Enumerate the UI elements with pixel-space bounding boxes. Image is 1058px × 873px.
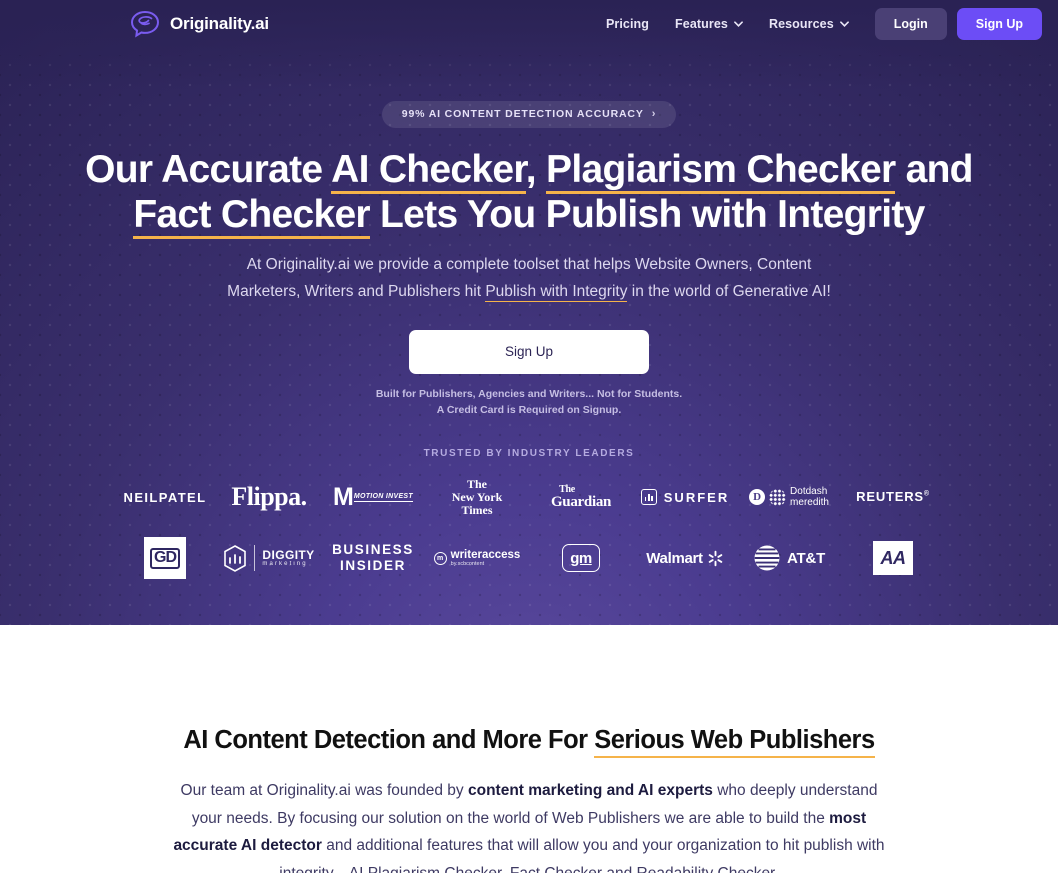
- fineprint-line-2: A Credit Card is Required on Signup.: [436, 403, 622, 416]
- logo-writeraccess-line-1: writeraccess: [450, 549, 521, 562]
- hero-fineprint: Built for Publishers, Agencies and Write…: [0, 387, 1058, 419]
- logo-dotdash-line-1: Dotdash: [790, 485, 828, 497]
- paragraph-bold-1: content marketing and AI experts: [467, 782, 713, 799]
- diggity-hex-icon: [224, 544, 247, 572]
- writeraccess-mark-icon: m: [433, 551, 447, 565]
- client-logo-row-2: GD DIGGITY marketing BUSINESS INSIDER m …: [0, 535, 1058, 581]
- logo-diggity-marketing: DIGGITY marketing: [217, 535, 321, 581]
- headline-highlight-fact-checker: Fact Checker: [133, 193, 371, 240]
- nav-item-features-label: Features: [675, 17, 728, 31]
- nav-item-resources-label: Resources: [768, 17, 834, 31]
- accuracy-badge-label: 99% AI CONTENT DETECTION ACCURACY: [401, 108, 644, 120]
- dotdash-d-icon: D: [749, 489, 766, 506]
- chevron-down-icon: [839, 21, 849, 27]
- logo-aa: AA: [841, 535, 945, 581]
- headline-highlight-plagiarism-checker: Plagiarism Checker: [546, 148, 896, 194]
- logo-neilpatel: NEILPATEL: [113, 473, 217, 521]
- section-title-part-1: AI Content Detection and More For: [183, 726, 595, 754]
- logo-dotdash-line-2: meredith: [790, 497, 829, 509]
- headline-part-4: Lets You Publish with Integrity: [369, 193, 925, 237]
- logo-new-york-times: The New York Times: [425, 473, 529, 521]
- hero-section: Originality.ai Pricing Features Resource…: [0, 0, 1058, 625]
- trusted-by-label: TRUSTED BY INDUSTRY LEADERS: [423, 448, 635, 460]
- chevron-right-icon: ›: [651, 107, 657, 120]
- logo-the-guardian: The Guardian: [529, 473, 633, 521]
- section-title-highlight: Serious Web Publishers: [594, 726, 875, 758]
- signup-button-nav[interactable]: Sign Up: [956, 8, 1042, 40]
- headline-part-2: ,: [525, 148, 546, 191]
- nav-item-features[interactable]: Features: [675, 17, 743, 31]
- brand-logo[interactable]: Originality.ai: [130, 10, 269, 38]
- logo-motion-invest-mark: M: [333, 482, 354, 511]
- logo-motion-invest: M MOTION INVEST: [321, 473, 425, 521]
- speech-bubble-spiral-icon: [130, 10, 160, 38]
- brand-name: Originality.ai: [170, 14, 269, 33]
- nav-item-pricing[interactable]: Pricing: [606, 17, 649, 31]
- logo-att: AT&T: [737, 535, 841, 581]
- logo-diggity-line-2: marketing: [262, 561, 308, 568]
- paragraph-part-1: Our team at Originality.ai was founded b…: [180, 782, 468, 799]
- logo-motion-invest-text: MOTION INVEST: [353, 492, 413, 502]
- logo-neilpatel-text: NEILPATEL: [123, 489, 207, 505]
- hero-headline: Our Accurate AI Checker, Plagiarism Chec…: [0, 147, 1058, 240]
- logo-att-text: AT&T: [786, 549, 826, 567]
- logo-surfer: SURFER: [633, 473, 737, 521]
- logo-dotdash-meredith: D Dotdash meredith: [737, 473, 841, 521]
- logo-flippa-text: Flippa.: [231, 482, 307, 512]
- hero-cta-wrap: Sign Up: [0, 329, 1058, 374]
- logo-gm-text: gm: [570, 549, 592, 567]
- logo-reuters: REUTERS®: [841, 473, 945, 521]
- logo-reuters-sup: ®: [923, 490, 930, 498]
- accuracy-badge-wrap: 99% AI CONTENT DETECTION ACCURACY ›: [0, 101, 1058, 128]
- headline-part-1: Our Accurate: [85, 148, 332, 191]
- paragraph-part-3: and additional features that will allow …: [279, 837, 885, 873]
- logo-business-insider: BUSINESS INSIDER: [321, 535, 425, 581]
- walmart-spark-icon: [708, 550, 723, 567]
- intro-section: AI Content Detection and More For Seriou…: [0, 625, 1058, 873]
- logo-reuters-text: REUTERS: [856, 489, 924, 505]
- logo-gd: GD: [113, 535, 217, 581]
- logo-writeraccess-line-2: by.scbcontent: [450, 561, 485, 568]
- logo-writeraccess: m writeraccess by.scbcontent: [425, 535, 529, 581]
- dotdash-dots-icon: [769, 488, 787, 506]
- logo-bi-line-2: INSIDER: [340, 558, 406, 574]
- chevron-down-icon: [734, 21, 743, 27]
- surfer-bars-icon: [640, 489, 657, 506]
- fineprint-line-1: Built for Publishers, Agencies and Write…: [375, 387, 683, 400]
- top-navigation: Originality.ai Pricing Features Resource…: [0, 0, 1058, 48]
- diggity-divider: [254, 545, 256, 572]
- logo-aa-text: AA: [880, 547, 907, 568]
- logo-bi-line-1: BUSINESS: [332, 541, 414, 557]
- nav-item-resources[interactable]: Resources: [769, 17, 849, 31]
- logo-gd-text: GD: [150, 547, 180, 569]
- signup-button-hero[interactable]: Sign Up: [409, 329, 649, 374]
- headline-part-3: and: [895, 148, 974, 191]
- section-paragraph: Our team at Originality.ai was founded b…: [173, 777, 885, 873]
- logo-walmart-text: Walmart: [646, 549, 703, 567]
- logo-nyt-line-3: Times: [461, 502, 493, 517]
- nav-item-pricing-label: Pricing: [605, 17, 650, 31]
- logo-gm: gm: [529, 535, 633, 581]
- hero-subtitle: At Originality.ai we provide a complete …: [209, 252, 849, 305]
- subtitle-part-2: in the world of Generative AI!: [627, 283, 831, 301]
- subtitle-highlight: Publish with Integrity: [485, 283, 628, 303]
- client-logo-row-1: NEILPATEL Flippa. M MOTION INVEST The Ne…: [0, 473, 1058, 521]
- logo-flippa: Flippa.: [217, 473, 321, 521]
- logo-diggity-line-1: DIGGITY: [262, 548, 315, 563]
- nav-links: Pricing Features Resources: [606, 17, 849, 31]
- att-globe-icon: [754, 545, 780, 571]
- nav-buttons: Login Sign Up: [874, 8, 1042, 40]
- section-title: AI Content Detection and More For Seriou…: [183, 726, 875, 758]
- accuracy-badge[interactable]: 99% AI CONTENT DETECTION ACCURACY ›: [381, 101, 677, 128]
- login-button[interactable]: Login: [874, 8, 947, 40]
- logo-guardian-line-2: Guardian: [550, 493, 612, 510]
- headline-highlight-ai-checker: AI Checker: [331, 148, 526, 194]
- logo-walmart: Walmart: [633, 535, 737, 581]
- logo-surfer-text: SURFER: [663, 489, 730, 505]
